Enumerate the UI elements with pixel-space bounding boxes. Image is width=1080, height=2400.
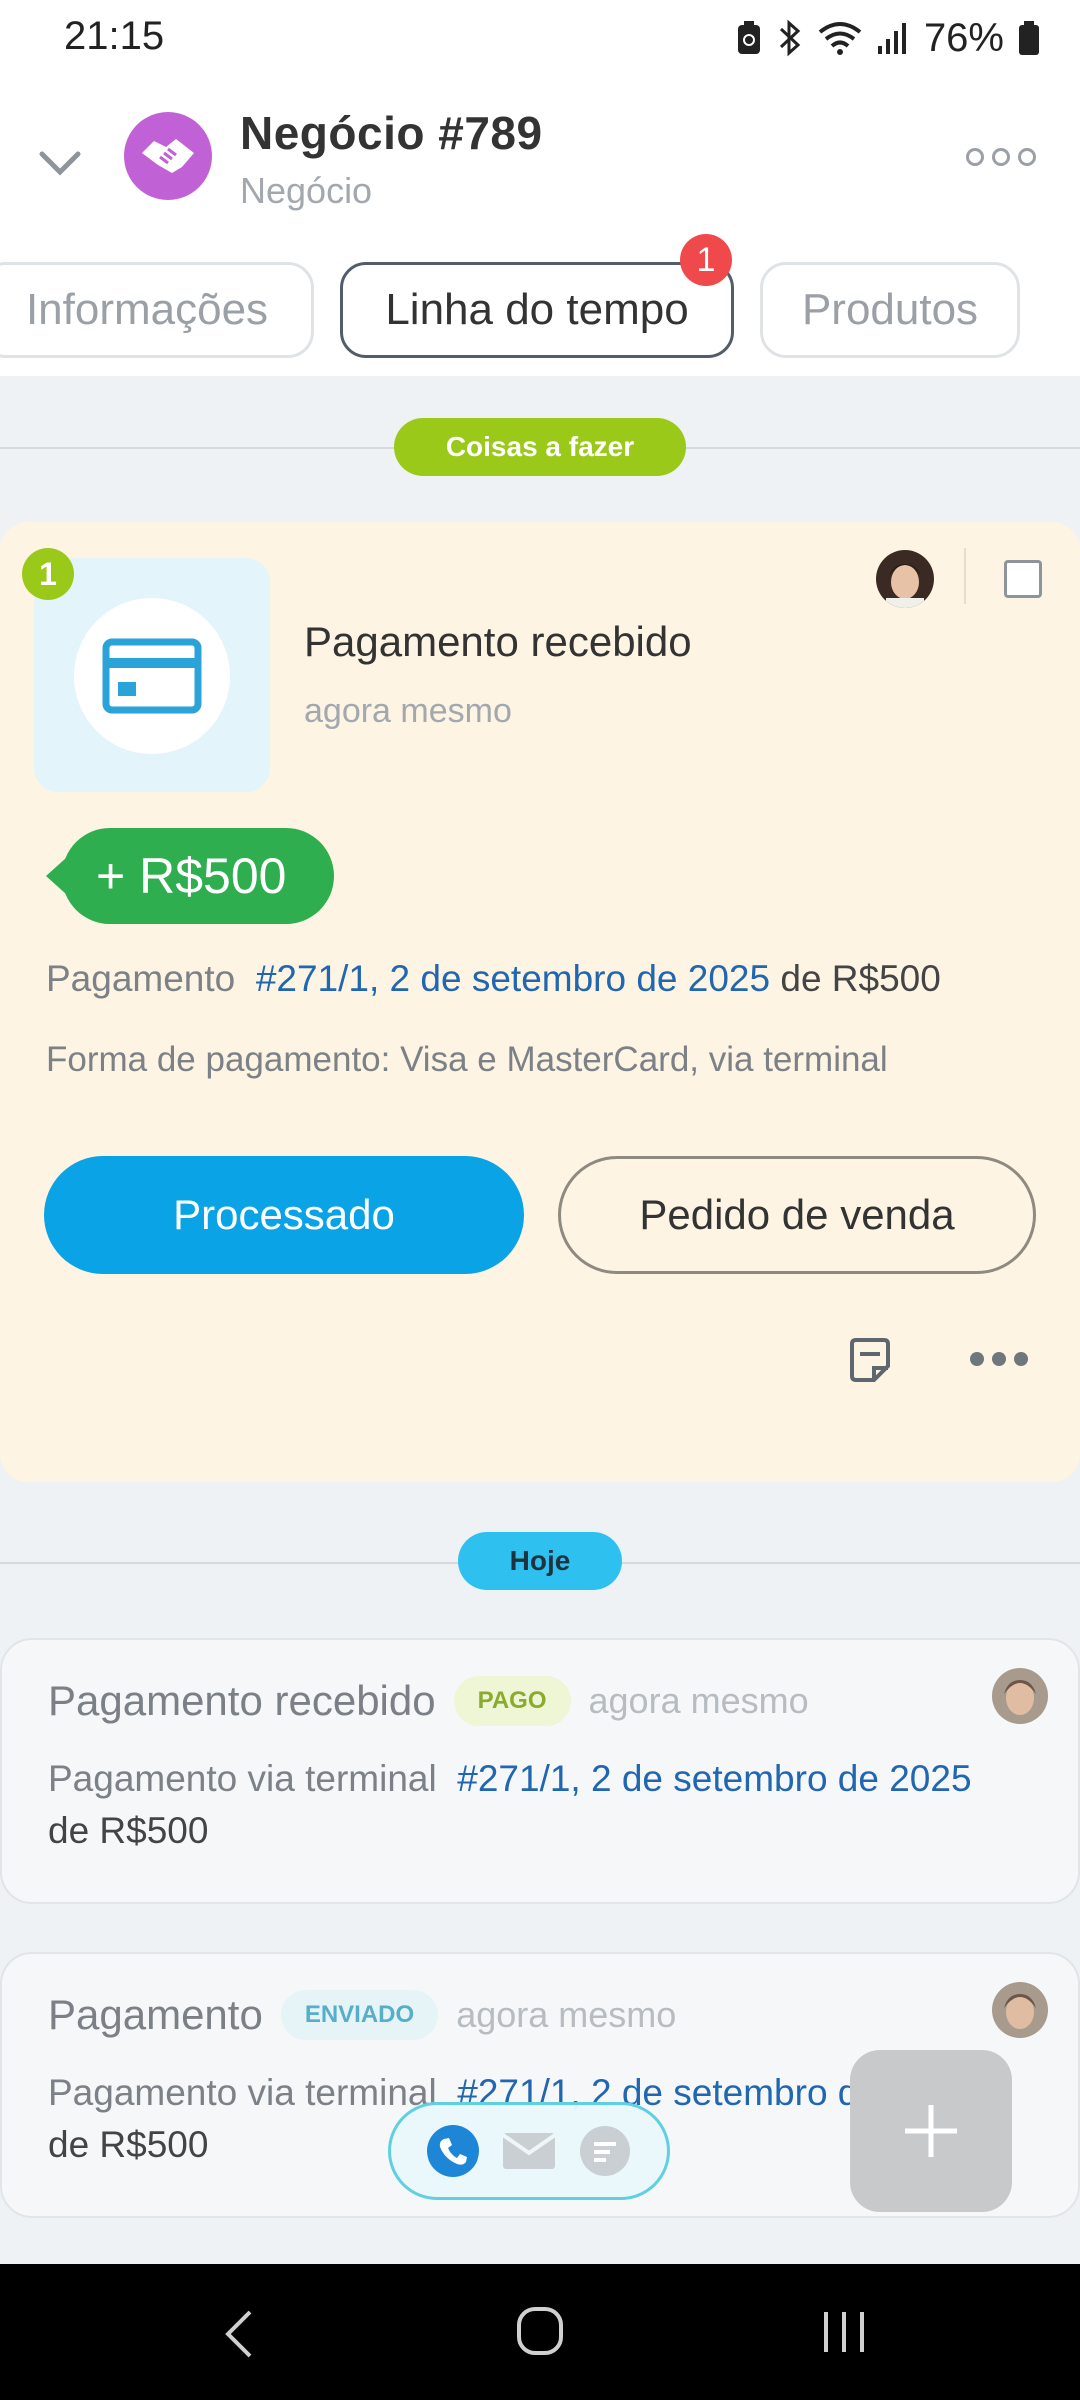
sales-order-button[interactable]: Pedido de venda <box>558 1156 1036 1274</box>
todo-section-label: Coisas a fazer <box>394 418 686 476</box>
timeline-item-header: Pagamento recebido PAGO agora mesmo <box>48 1676 809 1726</box>
timeline-title: Pagamento <box>48 1991 263 2038</box>
todo-counter-badge: 1 <box>22 548 74 600</box>
timeline-time: agora mesmo <box>456 1994 677 2035</box>
timeline-prefix: Pagamento via terminal <box>48 1758 437 1799</box>
timeline-prefix: Pagamento via terminal <box>48 2072 437 2113</box>
battery-saver-icon <box>737 21 760 54</box>
status-badge: ENVIADO <box>280 1990 439 2040</box>
handshake-icon <box>142 139 194 173</box>
plus-icon <box>905 2105 957 2157</box>
status-badge: PAGO <box>453 1676 571 1726</box>
chat-icon[interactable] <box>578 2124 632 2178</box>
card-more-icon[interactable] <box>970 1352 1028 1366</box>
tab-notification-badge: 1 <box>680 234 732 286</box>
phone-icon[interactable] <box>426 2124 480 2178</box>
status-icons: 76% <box>736 14 1040 62</box>
payment-line: Pagamento #271/1, 2 de setembro de 2025 … <box>46 958 941 1000</box>
communication-bar <box>388 2102 670 2200</box>
battery-icon <box>1019 21 1039 55</box>
timeline-title: Pagamento recebido <box>48 1677 436 1724</box>
note-icon[interactable] <box>846 1336 894 1384</box>
deal-header: Negócio #789 Negócio <box>0 78 1080 250</box>
bluetooth-icon <box>779 19 801 57</box>
payment-link[interactable]: #271/1, 2 de setembro de 2025 <box>256 958 770 999</box>
credit-card-icon <box>102 638 202 714</box>
todo-time: agora mesmo <box>304 692 512 730</box>
amount-tag: + R$500 <box>62 828 334 924</box>
timeline-time: agora mesmo <box>588 1680 809 1721</box>
separator <box>964 548 966 604</box>
mail-icon[interactable] <box>501 2131 557 2171</box>
battery-percent: 76% <box>923 15 1004 60</box>
processed-button[interactable]: Processado <box>44 1156 524 1274</box>
user-avatar[interactable] <box>876 550 934 608</box>
chevron-down-icon[interactable] <box>36 138 84 186</box>
complete-checkbox[interactable] <box>1004 560 1042 598</box>
payment-suffix: de R$500 <box>780 958 941 999</box>
signal-icon <box>877 23 906 54</box>
tab-informacoes[interactable]: Informações <box>0 262 314 358</box>
tab-bar: Informações Linha do tempo Produtos <box>0 250 1080 376</box>
add-button[interactable] <box>850 2050 1012 2212</box>
payment-icon-circle <box>74 598 230 754</box>
recent-apps-icon[interactable] <box>822 2310 866 2354</box>
back-icon[interactable] <box>222 2308 254 2360</box>
deal-subtitle: Negócio <box>240 170 373 211</box>
more-options-icon[interactable] <box>966 148 1036 166</box>
todo-title: Pagamento recebido <box>304 618 692 665</box>
deal-title: Negócio #789 <box>240 107 543 159</box>
tab-linha-do-tempo[interactable]: Linha do tempo <box>340 262 734 358</box>
timeline-suffix: de R$500 <box>48 2124 209 2165</box>
timeline-suffix: de R$500 <box>48 1810 209 1851</box>
timeline-line: Pagamento via terminal #271/1, 2 de sete… <box>48 1758 972 1800</box>
tab-produtos[interactable]: Produtos <box>760 262 1020 358</box>
timeline-link[interactable]: #271/1, 2 de setembro de 2025 <box>457 1758 971 1799</box>
deal-avatar <box>124 112 212 200</box>
timeline-item-header: Pagamento ENVIADO agora mesmo <box>48 1990 676 2040</box>
home-icon[interactable] <box>516 2306 564 2356</box>
status-time: 21:15 <box>64 14 165 58</box>
today-label: Hoje <box>458 1532 622 1590</box>
payment-method: Forma de pagamento: Visa e MasterCard, v… <box>46 1040 888 1079</box>
user-avatar[interactable] <box>992 1982 1048 2038</box>
system-navigation-bar <box>0 2264 1080 2400</box>
wifi-icon <box>818 22 862 55</box>
status-bar: 21:15 76% <box>0 0 1080 78</box>
payment-prefix: Pagamento <box>46 958 236 999</box>
user-avatar[interactable] <box>992 1668 1048 1724</box>
